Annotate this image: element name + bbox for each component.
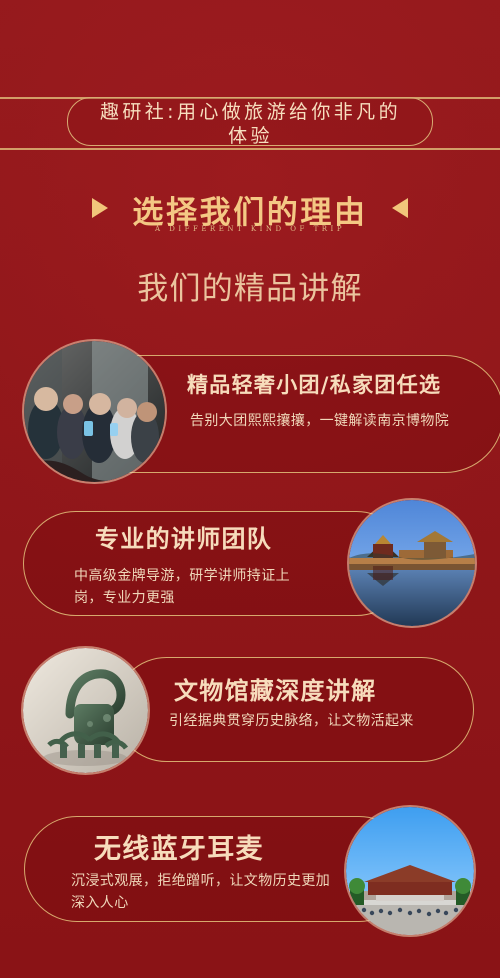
bronze-artifact-illustration (23, 648, 148, 773)
bronze-artifact-photo (23, 648, 148, 773)
left-triangle-icon (92, 198, 108, 218)
feature-desc-3: 引经据典贯穿历史脉络，让文物活起来 (169, 713, 414, 729)
feature-desc-2: 中高级金牌导游，研学讲师持证上岗，专业力更强 (74, 568, 290, 606)
feature-title-1: 精品轻奢小团/私家团任选 (187, 372, 442, 397)
feature-desc-1: 告别大团熙熙攘攘，一键解读南京博物院 (190, 413, 450, 429)
museum-visitors-photo (24, 341, 165, 482)
feature-title-2: 专业的讲师团队 (95, 524, 273, 553)
museum-building-illustration (346, 807, 474, 935)
right-triangle-icon (392, 198, 408, 218)
reason-section: 选择我们的理由 A DIFFERENT KIND OF TRIP (0, 183, 500, 243)
reason-subtitle: A DIFFERENT KIND OF TRIP (154, 225, 346, 233)
feature-desc-4: 沉浸式观展，拒绝蹭听，让文物历史更加深入人心 (71, 873, 331, 911)
feature-title-4: 无线蓝牙耳麦 (94, 834, 264, 865)
header-bottom-divider (0, 148, 500, 150)
museum-building-photo (346, 807, 474, 935)
palace-illustration (349, 500, 475, 626)
header-text: 趣研社:用心做旅游给你非凡的体验 (99, 101, 401, 147)
feature-title-3: 文物馆藏深度讲解 (174, 676, 377, 705)
section-heading: 我们的精品讲解 (137, 271, 363, 307)
palace-photo (349, 500, 475, 626)
museum-visitors-illustration (24, 341, 165, 482)
